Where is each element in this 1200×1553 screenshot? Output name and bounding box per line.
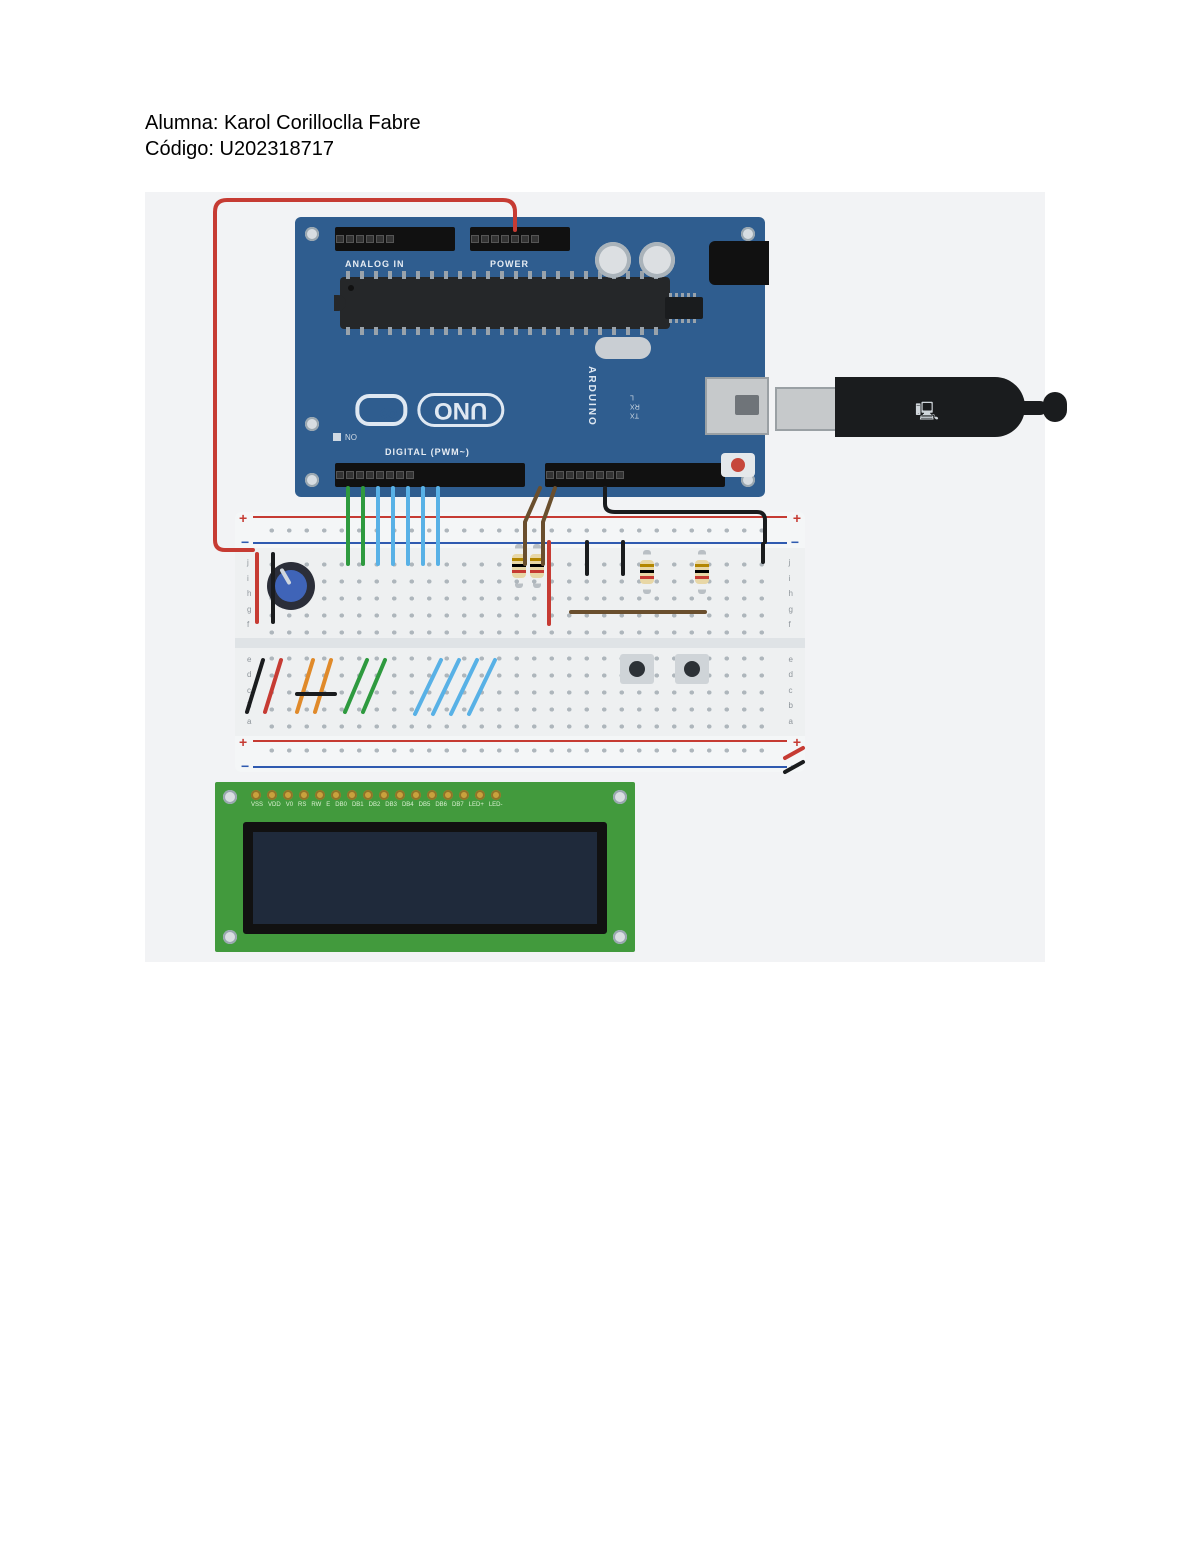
board-model: UNO	[417, 393, 504, 427]
usb-cable[interactable]: 🖳	[775, 377, 1045, 437]
alumna-label: Alumna:	[145, 112, 218, 134]
lcd-16x2[interactable]: VSSVDDV0RS RWEDB0DB1 DB2DB3DB4DB5 DB6DB7…	[215, 782, 635, 952]
reset-button[interactable]	[721, 453, 755, 477]
on-label: ON	[345, 432, 357, 441]
power-led-icon	[333, 433, 341, 441]
codigo-label: Código:	[145, 138, 214, 160]
pushbutton-1[interactable]	[620, 654, 654, 684]
arduino-uno-board[interactable]: ANALOG IN POWER DIGITAL (PWM~)	[295, 217, 765, 497]
circuit-canvas: ANALOG IN POWER DIGITAL (PWM~)	[145, 192, 1045, 962]
serial-led-labels: TX RX L	[630, 392, 640, 419]
usb-b-port-icon[interactable]	[705, 377, 769, 435]
resistor-4[interactable]	[698, 550, 706, 594]
board-brand: ARDUINO	[586, 366, 597, 427]
resistor-3[interactable]	[643, 550, 651, 594]
row-labels-right: j i h g f e d c b a	[789, 558, 793, 726]
usb-trident-icon: 🖳	[915, 399, 939, 429]
potentiometer[interactable]	[267, 562, 315, 610]
analog-header[interactable]	[335, 227, 455, 251]
alumna-name: Karol Corilloclla Fabre	[224, 112, 421, 134]
digital-section-label: DIGITAL (PWM~)	[385, 447, 470, 457]
board-branding: UNO	[355, 393, 504, 427]
resistor-1[interactable]	[515, 544, 523, 588]
lcd-pin-labels: VSSVDDV0RS RWEDB0DB1 DB2DB3DB4DB5 DB6DB7…	[251, 802, 503, 808]
pushbutton-2[interactable]	[675, 654, 709, 684]
capacitors-icon	[595, 242, 675, 278]
document-header: Alumna: Karol Corilloclla Fabre Código: …	[145, 110, 1055, 162]
arduino-logo-icon	[355, 394, 407, 426]
codigo-value: U202318717	[220, 138, 335, 160]
lcd-screen	[243, 822, 607, 934]
lcd-pin-row[interactable]	[251, 790, 501, 800]
crystal-icon	[595, 337, 651, 359]
atmega-chip-icon	[340, 277, 670, 329]
power-section-label: POWER	[490, 259, 529, 269]
digital-header-left[interactable]	[545, 463, 725, 487]
resistor-2[interactable]	[533, 544, 541, 588]
digital-header-right[interactable]	[335, 463, 525, 487]
small-ic-icon	[665, 297, 703, 319]
usb-plug-icon	[775, 387, 839, 431]
analog-section-label: ANALOG IN	[345, 259, 405, 269]
barrel-jack-icon[interactable]	[709, 241, 769, 285]
power-header[interactable]	[470, 227, 570, 251]
row-labels-left: j i h g f e d c b a	[247, 558, 251, 726]
